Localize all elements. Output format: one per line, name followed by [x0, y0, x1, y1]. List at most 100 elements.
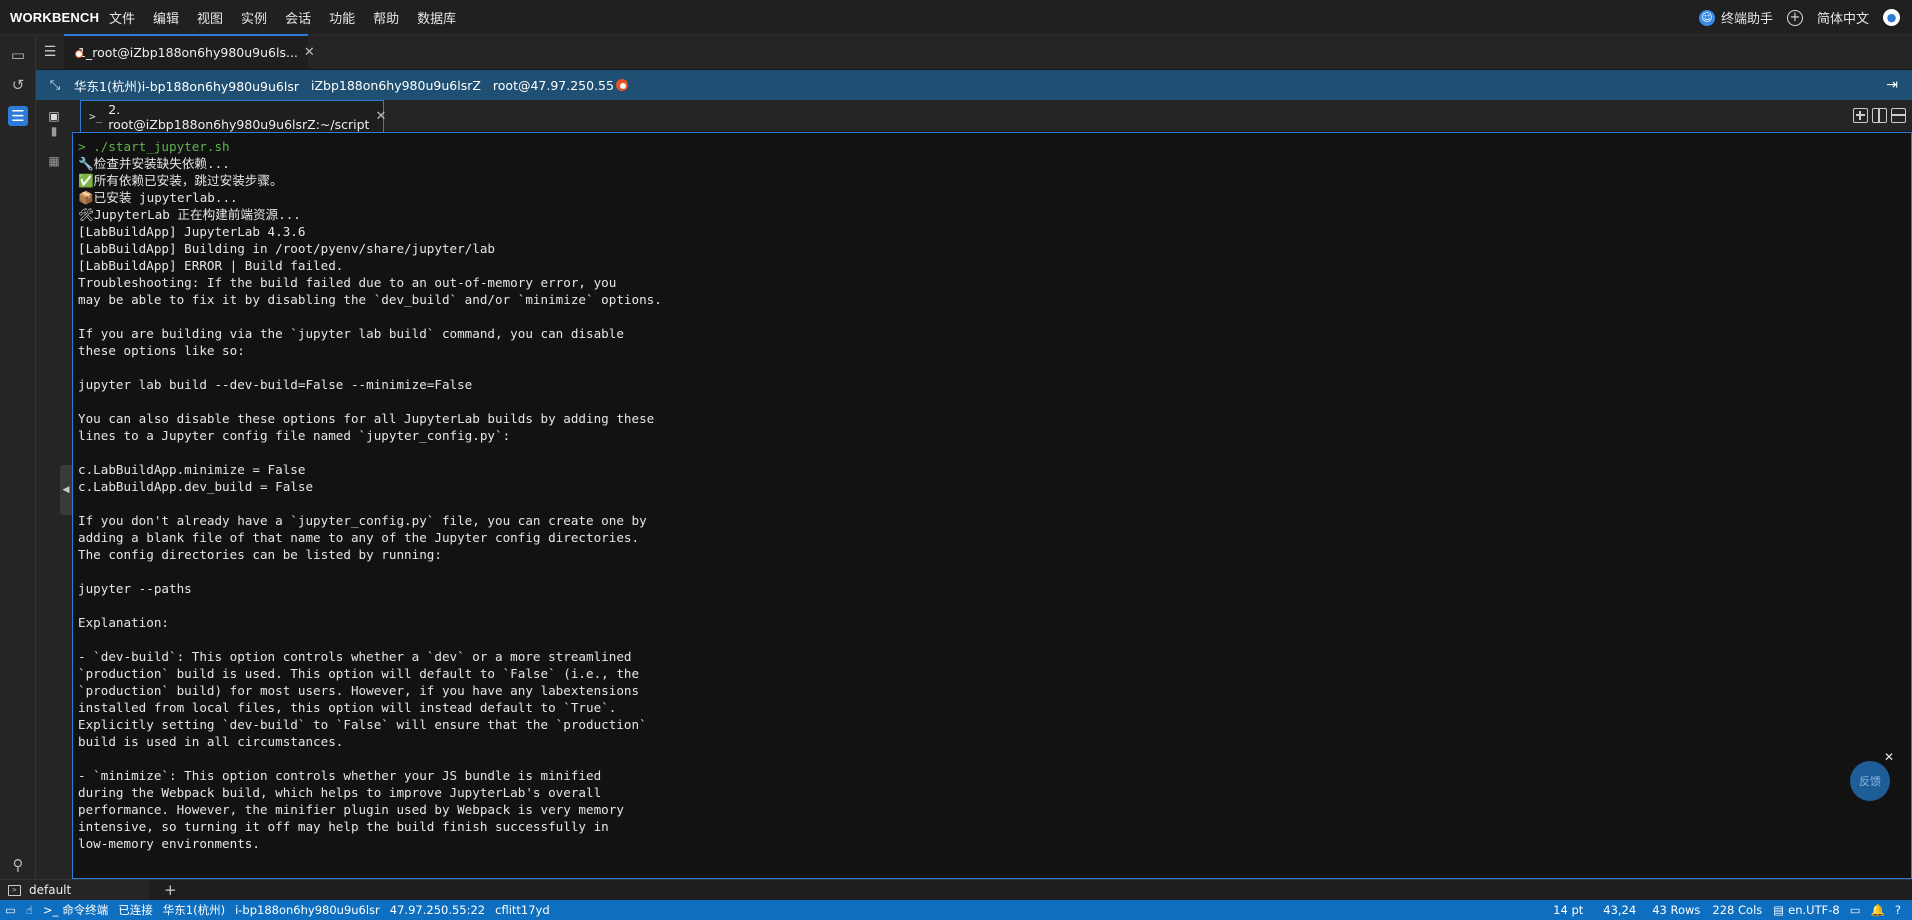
- question-icon[interactable]: ?: [1890, 903, 1906, 917]
- add-session-icon[interactable]: +: [164, 881, 177, 899]
- split-controls: [1853, 108, 1906, 123]
- encoding-item[interactable]: ▤ en.UTF-8: [1768, 903, 1844, 917]
- region-instance-text: 华东1(杭州)i-bp188on6hy980u9u6lsr: [74, 78, 299, 94]
- language-label: 简体中文: [1816, 12, 1869, 27]
- grid-icon[interactable]: ▦: [45, 152, 63, 170]
- region-status: 华东1(杭州): [162, 903, 226, 917]
- menu-database[interactable]: 数据库: [408, 8, 465, 27]
- close-icon[interactable]: ✕: [375, 109, 386, 124]
- activity-bar: ▭ ↺ ☰ ⚲: [0, 35, 36, 882]
- terminal-line: adding a blank file of that name to any …: [78, 530, 640, 545]
- language-selector[interactable]: 简体中文: [1817, 8, 1869, 27]
- menu-view[interactable]: 视图: [188, 8, 232, 27]
- instance-status: i-bp188on6hy980u9u6lsr: [235, 903, 380, 917]
- session-tab-bar: ☰ 1_root@iZbp188on6hy980u9u6ls... ✕: [36, 34, 1912, 70]
- feedback-button[interactable]: 反馈: [1850, 761, 1890, 801]
- add-button[interactable]: +: [1786, 9, 1803, 26]
- terminal-line: `production` build is used. This option …: [78, 666, 640, 681]
- robot-icon: ☺: [1698, 9, 1715, 26]
- encoding-icon: ▤: [1773, 903, 1785, 917]
- terminal-line: Troubleshooting: If the build failed due…: [78, 275, 617, 290]
- status-bar: ▭ ☝ >_ 命令终端 已连接 华东1(杭州) i-bp188on6hy980u…: [0, 900, 1912, 920]
- terminal-line: 🔧检查并安装缺失依赖...: [78, 156, 230, 171]
- pin-icon[interactable]: ⚲: [8, 855, 28, 875]
- hostname-text: iZbp188on6hy980u9u6lsrZ: [311, 77, 481, 93]
- menu-features[interactable]: 功能: [320, 8, 364, 27]
- user-avatar-button[interactable]: ●: [1883, 9, 1900, 26]
- menu-help[interactable]: 帮助: [364, 8, 408, 27]
- files-icon[interactable]: ▭: [8, 45, 28, 65]
- terminal-assistant-button[interactable]: ☺ 终端助手: [1698, 8, 1773, 27]
- ip-port-status: 47.97.250.55:22: [389, 903, 486, 917]
- terminal-line: installed from local files, this option …: [78, 700, 617, 715]
- session-list-icon[interactable]: ☰: [36, 34, 64, 69]
- terminal-line: `production` build) for most users. Howe…: [78, 683, 640, 698]
- terminal-line: low-memory environments.: [78, 836, 260, 851]
- user-avatar-icon: ●: [1883, 9, 1900, 26]
- connection-info-bar: ⤡ 华东1(杭州)i-bp188on6hy980u9u6lsr iZbp188o…: [36, 70, 1912, 100]
- rows-status: 43 Rows: [1652, 903, 1701, 917]
- monitor-icon[interactable]: ▭: [0, 903, 21, 917]
- terminal-output[interactable]: > ./start_jupyter.sh 🔧检查并安装缺失依赖... ✅所有依赖已…: [72, 132, 1912, 879]
- terminal-line: If you don't already have a `jupyter_con…: [78, 513, 647, 528]
- session-tab-label: 1_root@iZbp188on6hy980u9u6ls...: [78, 45, 298, 60]
- menu-instance[interactable]: 实例: [232, 8, 276, 27]
- menu-edit[interactable]: 编辑: [144, 8, 188, 27]
- terminal-line: You can also disable these options for a…: [78, 411, 655, 426]
- command-terminal-label: 命令终端: [62, 903, 109, 917]
- terminal-tab[interactable]: >_ 2. root@iZbp188on6hy980u9u6lsrZ:~/scr…: [80, 100, 386, 132]
- terminal-line: [LabBuildApp] JupyterLab 4.3.6: [78, 224, 306, 239]
- collapse-sidebar-handle[interactable]: ◀: [60, 465, 72, 515]
- font-size-status[interactable]: 14 pt: [1543, 903, 1593, 917]
- app-brand: WORKBENCH: [10, 9, 100, 25]
- hand-icon[interactable]: ☝: [21, 903, 38, 917]
- bell-icon[interactable]: 🔔: [1866, 903, 1890, 917]
- split-vertical-icon[interactable]: [1872, 108, 1887, 123]
- status-bar-right: 14 pt 43,24 43 Rows 228 Cols ▤ en.UTF-8 …: [1543, 900, 1906, 920]
- terminal-tab-bar: >_ 2. root@iZbp188on6hy980u9u6lsrZ:~/scr…: [72, 100, 1912, 132]
- prompt-icon: >_: [89, 110, 103, 123]
- terminal-line: 📦已安装 jupyterlab...: [78, 190, 238, 205]
- close-icon[interactable]: ✕: [1884, 750, 1894, 764]
- terminal-line: 🛠JupyterLab 正在构建前端资源...: [78, 207, 301, 222]
- chat-icon[interactable]: ▭: [1845, 903, 1866, 917]
- terminal-line: build is used in all circumstances.: [78, 734, 344, 749]
- menu-session[interactable]: 会话: [276, 8, 320, 27]
- terminal-line: The config directories can be listed by …: [78, 547, 442, 562]
- terminal-line: these options like so:: [78, 343, 245, 358]
- default-session-tab[interactable]: > default: [0, 879, 150, 901]
- sessions-icon[interactable]: ☰: [8, 106, 28, 126]
- terminal-line: If you are building via the `jupyter lab…: [78, 326, 624, 341]
- terminal-line: may be able to fix it by disabling the `…: [78, 292, 662, 307]
- close-icon[interactable]: ✕: [304, 45, 315, 60]
- menu-file[interactable]: 文件: [100, 8, 144, 27]
- file-icon[interactable]: ▮: [45, 122, 63, 140]
- terminal-line: Explicitly setting `dev-build` to `False…: [78, 717, 647, 732]
- terminal-line: ✅所有依赖已安装，跳过安装步骤。: [78, 173, 283, 188]
- terminal-line: Explanation:: [78, 615, 169, 630]
- prompt-icon: >_: [42, 903, 59, 917]
- encoding-status: en.UTF-8: [1788, 903, 1840, 917]
- history-icon[interactable]: ↺: [8, 75, 28, 95]
- split-horizontal-icon[interactable]: [1891, 108, 1906, 123]
- shrink-icon[interactable]: ⤡: [36, 78, 74, 93]
- terminal-assistant-label: 终端助手: [1720, 12, 1773, 27]
- cols-status: 228 Cols: [1712, 903, 1763, 917]
- terminal-line: lines to a Jupyter config file named `ju…: [78, 428, 511, 443]
- menubar-right: ☺ 终端助手 + 简体中文 ●: [1698, 0, 1900, 35]
- terminal-line: [LabBuildApp] ERROR | Build failed.: [78, 258, 344, 273]
- session-id-status: cflitt17yd: [495, 903, 550, 917]
- terminal-line: - `minimize`: This option controls wheth…: [78, 768, 602, 783]
- command-terminal-item[interactable]: >_ 命令终端: [38, 902, 113, 918]
- logout-icon[interactable]: ⇥: [1886, 77, 1898, 93]
- new-terminal-icon[interactable]: [1853, 108, 1868, 123]
- connection-status: 已连接: [118, 903, 153, 917]
- cursor-position-status: 43,24: [1603, 903, 1637, 917]
- session-tab[interactable]: 1_root@iZbp188on6hy980u9u6ls... ✕: [64, 34, 315, 69]
- terminal-icon: >: [8, 884, 21, 896]
